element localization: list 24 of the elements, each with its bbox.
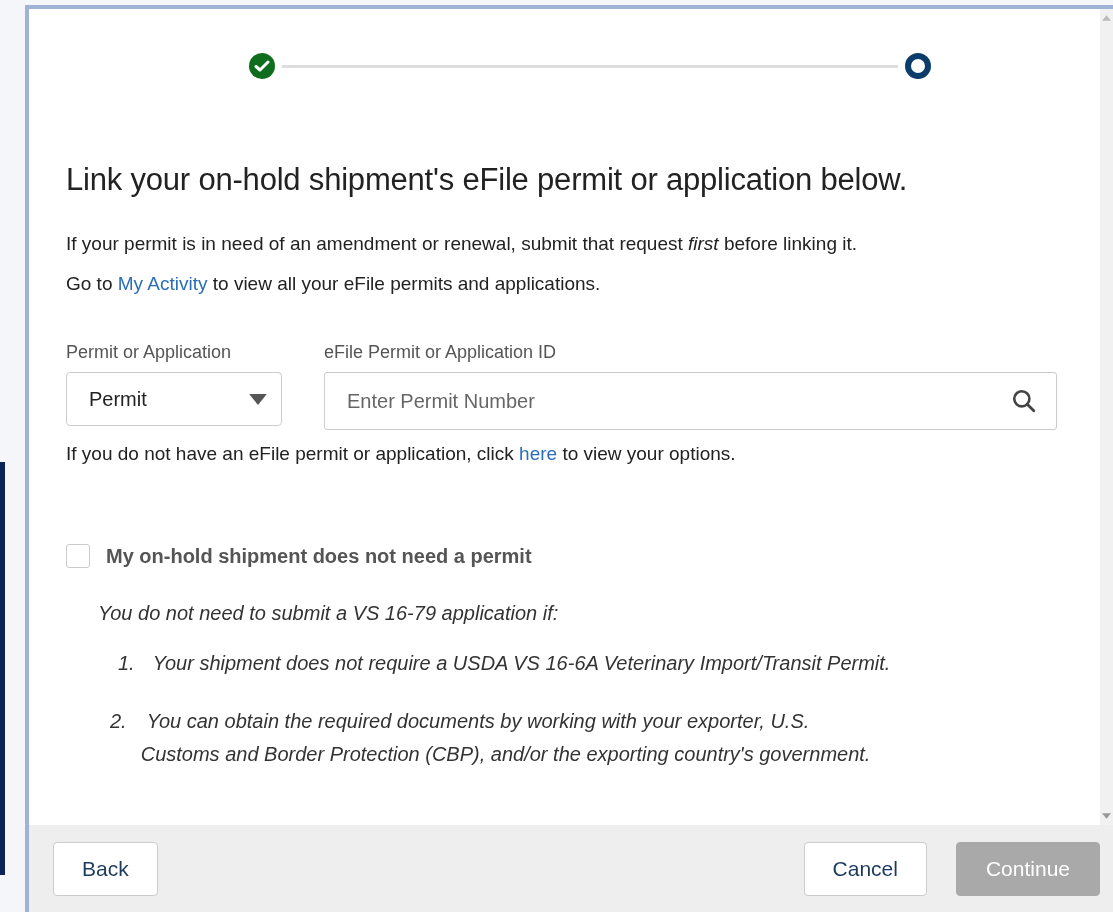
- heading: Link your on-hold shipment's eFile permit or application below.: [66, 162, 909, 198]
- here-link[interactable]: here: [519, 443, 558, 464]
- back-button[interactable]: Back: [53, 841, 158, 896]
- checkbox-label: My on-hold shipment does not need a permit: [106, 544, 532, 568]
- my-activity-link[interactable]: My Activity: [117, 273, 208, 294]
- caret-icon: [249, 393, 267, 405]
- cancel-button[interactable]: Cancel: [803, 841, 927, 896]
- options-text: If you do not have an eFile permit or application, click here to view your options.: [66, 442, 737, 466]
- checkbox[interactable]: [66, 544, 90, 568]
- permit-id-field[interactable]: Enter Permit Number: [324, 372, 1057, 430]
- scroll-up-icon[interactable]: [1102, 15, 1111, 21]
- list-number: 2.: [110, 709, 127, 734]
- search-icon: [1011, 388, 1037, 414]
- instruction-text: Go to My Activity to view all your eFile permits and applications.: [66, 272, 602, 296]
- field-label: eFile Permit or Application ID: [324, 342, 558, 363]
- condition-text: You can obtain the required documents by working with your exporter, U.S.: [146, 709, 811, 734]
- condition-text: Your shipment does not require a USDA VS 16-6A Veterinary Import/Transit Permit.: [152, 651, 891, 676]
- scroll-down-icon[interactable]: [1102, 813, 1111, 819]
- field-label: Permit or Application: [66, 342, 233, 363]
- instruction-text: If your permit is in need of an amendment or renewal, submit that request first before linking it.: [66, 232, 858, 256]
- list-number: 1.: [118, 651, 135, 676]
- condition-text: Customs and Border Protection (CBP), and/or the exporting country's government.: [140, 742, 871, 767]
- note-text: You do not need to submit a VS 16-79 application if:: [98, 602, 560, 625]
- permit-type-dropdown[interactable]: Permit: [66, 372, 282, 426]
